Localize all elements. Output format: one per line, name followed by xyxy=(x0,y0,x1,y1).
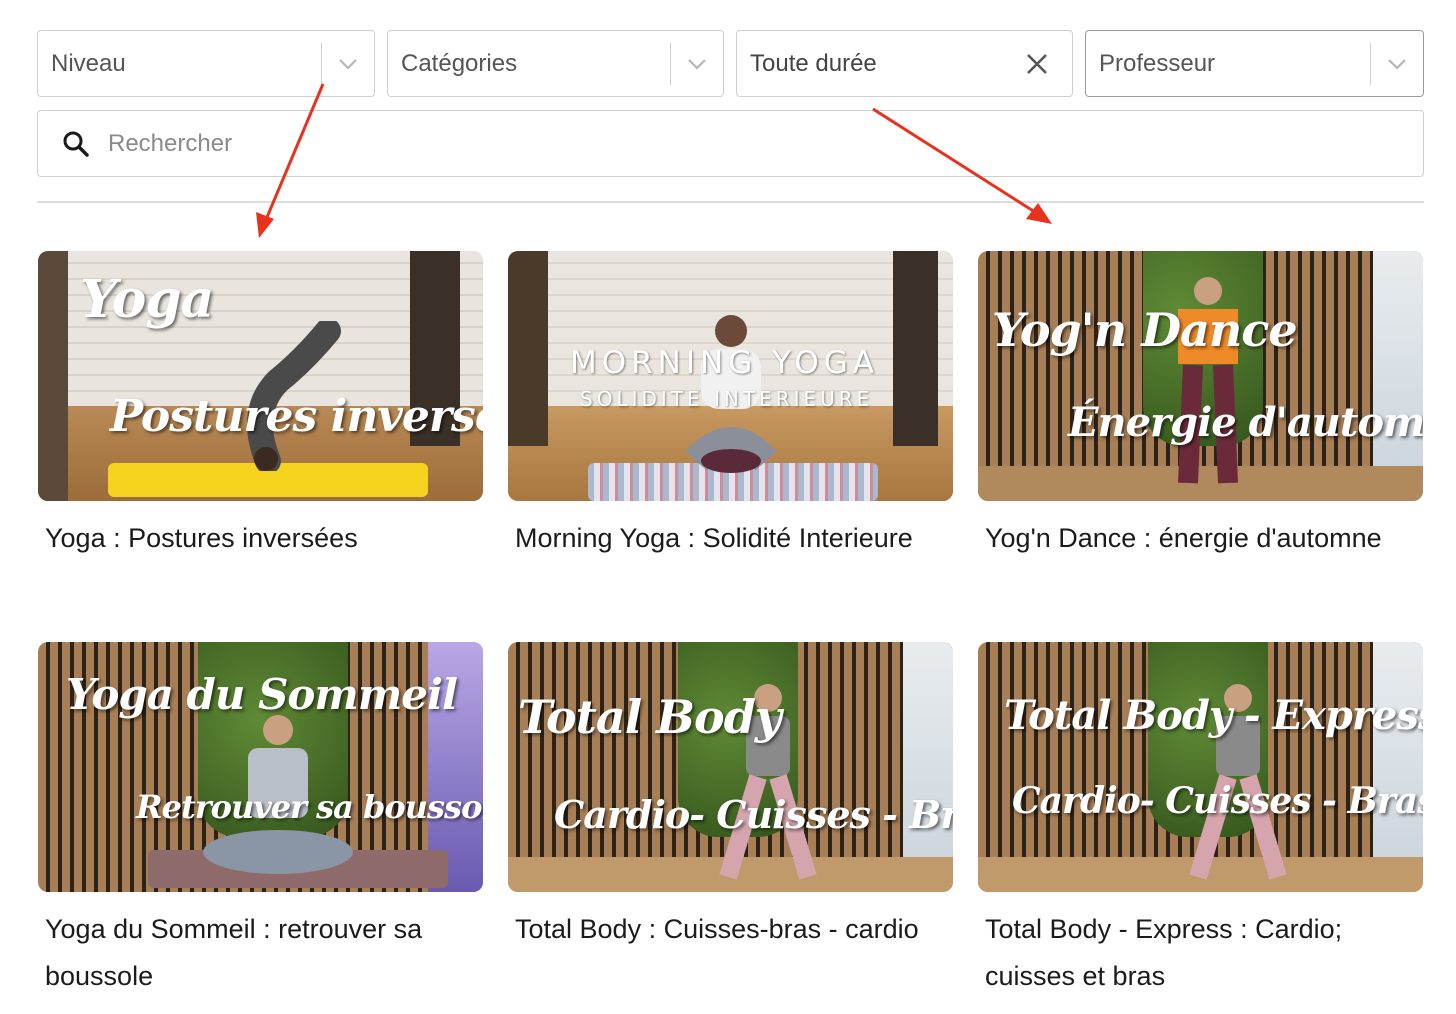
level-select[interactable]: Niveau xyxy=(37,30,375,97)
categories-select-label: Catégories xyxy=(401,49,518,77)
search-icon xyxy=(38,130,108,158)
thumbnail-subtitle: Postures inverses xyxy=(110,391,483,442)
video-card[interactable]: Yog'n Dance Énergie d'automne Yog'n Danc… xyxy=(978,251,1423,562)
video-title[interactable]: Yog'n Dance : énergie d'automne xyxy=(978,515,1423,562)
video-thumbnail[interactable]: MORNING YOGA SOLIDITE INTERIEURE xyxy=(508,251,953,501)
thumbnail-subtitle: SOLIDITE INTERIEURE xyxy=(580,387,874,411)
clear-icon[interactable] xyxy=(1002,30,1072,97)
thumbnail-title: Total Body - Express xyxy=(1004,692,1423,739)
thumbnail-title: Yog'n Dance xyxy=(992,303,1298,357)
video-thumbnail[interactable]: Yoga Postures inverses xyxy=(38,251,483,501)
chevron-down-icon[interactable] xyxy=(1371,30,1423,97)
video-title[interactable]: Yoga du Sommeil : retrouver sa boussole xyxy=(38,906,483,1000)
video-thumbnail[interactable]: Yoga du Sommeil Retrouver sa boussole xyxy=(38,642,483,892)
thumbnail-title: Total Body xyxy=(518,690,782,744)
video-card[interactable]: MORNING YOGA SOLIDITE INTERIEURE Morning… xyxy=(508,251,953,562)
duration-select-value: Toute durée xyxy=(750,49,877,77)
thumbnail-title: Yoga du Sommeil xyxy=(66,670,458,719)
video-title[interactable]: Yoga : Postures inversées xyxy=(38,515,483,562)
thumbnail-subtitle: Retrouver sa boussole xyxy=(136,788,483,826)
thumbnail-title: Yoga xyxy=(80,269,214,330)
teacher-select[interactable]: Professeur xyxy=(1085,30,1424,97)
video-card[interactable]: Total Body - Express Cardio- Cuisses - B… xyxy=(978,642,1423,1000)
video-card[interactable]: Total Body Cardio- Cuisses - Bras Total … xyxy=(508,642,953,953)
duration-select[interactable]: Toute durée xyxy=(736,30,1073,97)
video-card[interactable]: Yoga du Sommeil Retrouver sa boussole Yo… xyxy=(38,642,483,1000)
thumbnail-subtitle: Cardio- Cuisses - Bras xyxy=(554,792,953,837)
search-bar[interactable] xyxy=(37,110,1424,177)
teacher-select-label: Professeur xyxy=(1099,49,1216,77)
categories-select[interactable]: Catégories xyxy=(387,30,724,97)
video-card[interactable]: Yoga Postures inverses Yoga : Postures i… xyxy=(38,251,483,562)
video-title[interactable]: Total Body - Express : Cardio; cuisses e… xyxy=(978,906,1423,1000)
search-input[interactable] xyxy=(108,113,1423,174)
filter-bar: Niveau Catégories Toute durée Professeur xyxy=(37,30,1424,98)
divider xyxy=(37,201,1424,203)
thumbnail-subtitle: Cardio- Cuisses - Bras xyxy=(1012,780,1423,822)
video-thumbnail[interactable]: Yog'n Dance Énergie d'automne xyxy=(978,251,1423,501)
video-title[interactable]: Total Body : Cuisses-bras - cardio xyxy=(508,906,953,953)
chevron-down-icon[interactable] xyxy=(671,30,723,97)
chevron-down-icon[interactable] xyxy=(322,30,374,97)
video-thumbnail[interactable]: Total Body - Express Cardio- Cuisses - B… xyxy=(978,642,1423,892)
video-thumbnail[interactable]: Total Body Cardio- Cuisses - Bras xyxy=(508,642,953,892)
thumbnail-title: MORNING YOGA xyxy=(570,345,879,381)
thumbnail-subtitle: Énergie d'automne xyxy=(1068,399,1423,446)
level-select-label: Niveau xyxy=(51,49,126,77)
video-title[interactable]: Morning Yoga : Solidité Interieure xyxy=(508,515,953,562)
